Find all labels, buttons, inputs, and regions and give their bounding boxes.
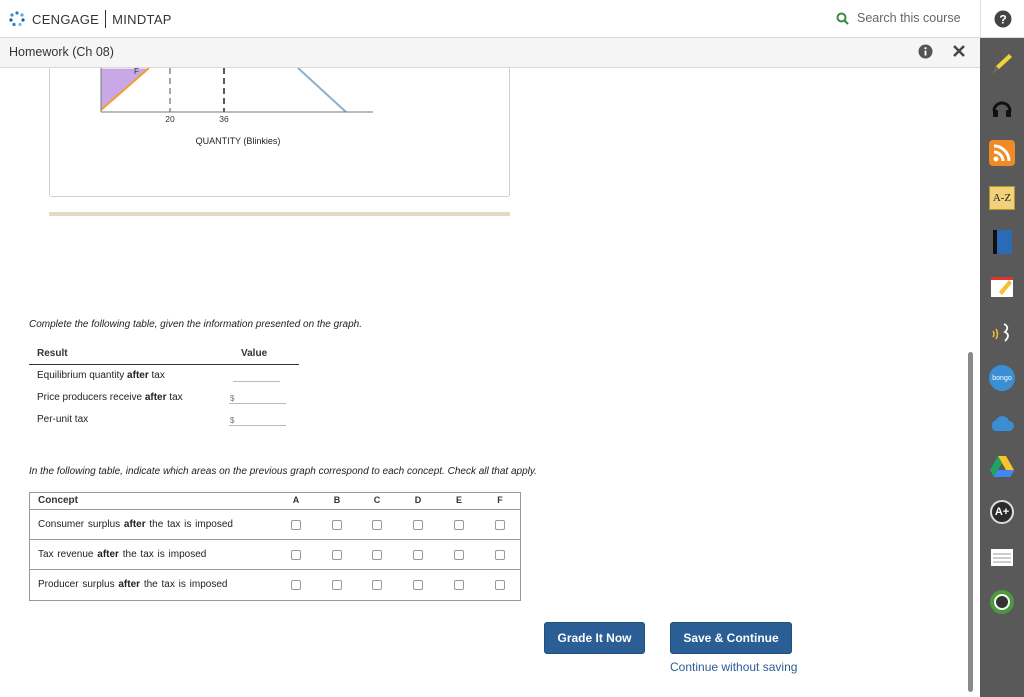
profile-icon[interactable]: [988, 588, 1016, 616]
apps-sidebar: ? A-Z bongo A+: [980, 0, 1024, 697]
section-divider: [49, 212, 510, 216]
table-row: Price producers receive after tax $: [29, 387, 299, 409]
help-button[interactable]: ?: [980, 0, 1024, 38]
checkbox-d[interactable]: [413, 550, 423, 560]
rss-icon[interactable]: [988, 139, 1016, 167]
region-label-f: F: [134, 68, 139, 76]
value-column-header: Value: [241, 348, 268, 359]
tick-label-36: 36: [219, 114, 229, 124]
search-icon: [836, 12, 849, 25]
tick-label-20: 20: [165, 114, 175, 124]
assignment-title: Homework (Ch 08): [9, 45, 114, 59]
per-unit-tax-input[interactable]: [229, 411, 286, 426]
checkbox-e[interactable]: [454, 520, 464, 530]
flashcards-icon[interactable]: [988, 543, 1016, 571]
results-table-header: Result Value: [29, 346, 299, 365]
info-icon[interactable]: [918, 44, 933, 59]
column-f-header: F: [497, 495, 503, 505]
readspeaker-icon[interactable]: [988, 318, 1016, 346]
checkbox-e[interactable]: [454, 550, 464, 560]
search-box[interactable]: Search this course: [836, 11, 961, 25]
results-table: Result Value Equilibrium quantity after …: [29, 346, 299, 431]
svg-text:?: ?: [999, 12, 1006, 26]
a-z-icon[interactable]: A-Z: [988, 184, 1016, 212]
column-e-header: E: [455, 495, 462, 505]
checkbox-f[interactable]: [495, 580, 505, 590]
checkbox-a[interactable]: [291, 520, 301, 530]
column-d-header: D: [414, 495, 422, 505]
table-row: Equilibrium quantity after tax: [29, 365, 299, 387]
scrollbar[interactable]: [968, 352, 973, 692]
aplus-icon[interactable]: A+: [988, 498, 1016, 526]
concept-table-header: Concept A B C D E F: [30, 493, 520, 510]
table-instructions: Complete the following table, given the …: [29, 319, 362, 330]
headphones-icon[interactable]: [988, 94, 1016, 122]
checkbox-c[interactable]: [372, 550, 382, 560]
brand-separator: [105, 10, 107, 28]
checkbox-b[interactable]: [332, 550, 342, 560]
column-b-header: B: [333, 495, 341, 505]
checkbox-c[interactable]: [372, 580, 382, 590]
checkbox-f[interactable]: [495, 550, 505, 560]
checkbox-a[interactable]: [291, 580, 301, 590]
bongo-label: bongo: [989, 365, 1015, 391]
continue-without-saving-link[interactable]: Continue without saving: [670, 660, 797, 674]
brand-name: CENGAGE: [32, 11, 100, 27]
result-label: Equilibrium quantity after tax: [37, 370, 165, 381]
checkbox-c[interactable]: [372, 520, 382, 530]
concept-instructions: In the following table, indicate which a…: [29, 466, 537, 477]
close-icon[interactable]: [951, 43, 967, 59]
result-label: Per-unit tax: [37, 414, 89, 425]
checkbox-a[interactable]: [291, 550, 301, 560]
save-continue-button[interactable]: Save & Continue: [670, 622, 792, 654]
grade-it-now-button[interactable]: Grade It Now: [544, 622, 645, 654]
bongo-icon[interactable]: bongo: [988, 364, 1016, 392]
demand-curve: [297, 68, 347, 113]
a-z-label: A-Z: [989, 186, 1015, 210]
checkbox-e[interactable]: [454, 580, 464, 590]
concept-label: Consumer surplus after the tax is impose…: [38, 519, 233, 530]
cloud-icon[interactable]: [988, 409, 1016, 437]
column-c-header: C: [373, 495, 381, 505]
concept-label: Producer surplus after the tax is impose…: [38, 579, 228, 590]
graph-container: F 20 36 QUANTITY (Blinkies): [49, 68, 510, 197]
column-a-header: A: [292, 495, 300, 505]
concept-column-header: Concept: [38, 495, 78, 506]
price-producers-input[interactable]: [229, 389, 286, 404]
checkbox-d[interactable]: [413, 520, 423, 530]
result-column-header: Result: [37, 348, 68, 359]
help-icon: ?: [994, 10, 1011, 27]
table-row: Consumer surplus after the tax is impose…: [30, 510, 520, 540]
drive-icon[interactable]: [988, 453, 1016, 481]
equilibrium-quantity-input[interactable]: [233, 367, 280, 382]
book-icon[interactable]: [988, 228, 1016, 256]
table-row: Per-unit tax $: [29, 409, 299, 431]
aplus-label: A+: [990, 500, 1014, 524]
concept-label: Tax revenue after the tax is imposed: [38, 549, 207, 560]
notes-icon[interactable]: [988, 273, 1016, 301]
cengage-logo-icon: [9, 11, 25, 27]
checkbox-b[interactable]: [332, 580, 342, 590]
pencil-icon[interactable]: [988, 50, 1016, 78]
result-label: Price producers receive after tax: [37, 392, 183, 403]
checkbox-f[interactable]: [495, 520, 505, 530]
supply-demand-graph: F 20 36 QUANTITY (Blinkies): [100, 68, 373, 146]
table-row: Producer surplus after the tax is impose…: [30, 570, 520, 600]
x-axis-label: QUANTITY (Blinkies): [196, 136, 281, 146]
table-row: Tax revenue after the tax is imposed: [30, 540, 520, 570]
search-placeholder: Search this course: [857, 11, 961, 25]
product-name: MINDTAP: [112, 11, 172, 27]
checkbox-b[interactable]: [332, 520, 342, 530]
brand[interactable]: CENGAGE MINDTAP: [8, 10, 172, 28]
concept-table: Concept A B C D E F Consumer surplus aft…: [29, 492, 521, 601]
top-bar: CENGAGE MINDTAP Search this course: [0, 0, 980, 38]
checkbox-d[interactable]: [413, 580, 423, 590]
assignment-header: Homework (Ch 08): [0, 38, 980, 68]
